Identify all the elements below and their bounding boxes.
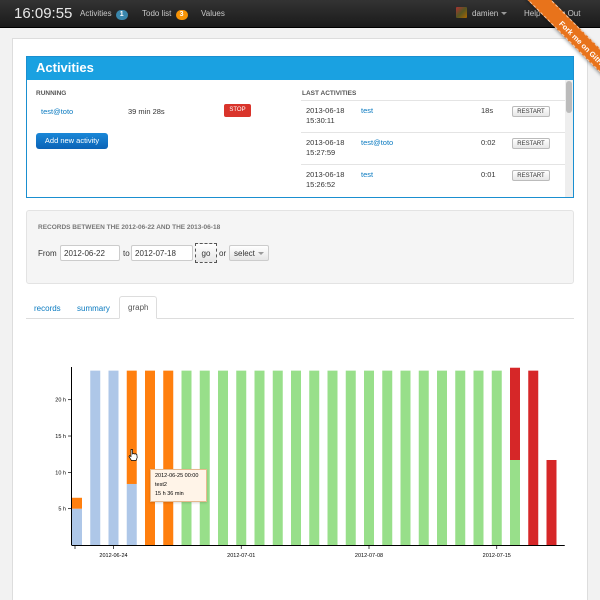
nav-values[interactable]: Values <box>201 9 225 18</box>
bar-segment-green[interactable] <box>254 370 265 545</box>
x-tick-label: 2012-06-24 <box>99 553 127 559</box>
user-avatar <box>456 7 467 18</box>
last-activity-datetime: 2013-06-18 15:30:11 <box>306 106 344 126</box>
view-tabs: records summary graph <box>26 296 574 319</box>
restart-button[interactable]: RESTART <box>512 106 550 117</box>
github-ribbon-container: Fork me on GitHub <box>500 0 600 100</box>
x-tick-label: 2012-07-08 <box>355 553 383 559</box>
bar-segment-blue[interactable] <box>90 370 101 545</box>
bar-segment-green[interactable] <box>327 370 338 545</box>
nav-activities[interactable]: Activities 1 <box>80 9 128 20</box>
to-label: to <box>123 249 130 258</box>
records-filter-panel: RECORDS BETWEEN THE 2012-06-22 AND THE 2… <box>26 210 574 284</box>
activities-count-badge: 1 <box>115 10 128 20</box>
bar-segment-green[interactable] <box>418 370 429 545</box>
nav-activities-label: Activities <box>80 9 112 18</box>
add-activity-button[interactable]: Add new activity <box>36 133 108 149</box>
last-activity-row: 2013-06-18 15:26:52 test 0:01 RESTART <box>301 164 565 197</box>
last-activity-date: 2013-06-18 <box>306 106 345 115</box>
bar-segment-orange[interactable] <box>72 497 82 509</box>
tooltip-duration: 15 h 36 min <box>155 491 184 497</box>
running-duration: 39 min 28s <box>128 107 165 116</box>
bar-segment-green[interactable] <box>291 370 301 545</box>
bar-segment-orange[interactable] <box>145 370 155 545</box>
hand-pointer-icon <box>128 449 138 461</box>
y-tick-label: 10 h <box>55 470 66 476</box>
bar-segment-orange[interactable] <box>163 370 174 545</box>
clock: 16:09:55 <box>14 5 73 22</box>
x-tick-label: 2012-07-01 <box>227 553 255 559</box>
bar-segment-green[interactable] <box>181 370 192 545</box>
bar-segment-green[interactable] <box>364 370 374 545</box>
nav-todo-list[interactable]: Todo list 3 <box>142 9 188 20</box>
fork-me-ribbon[interactable]: Fork me on GitHub <box>525 0 600 100</box>
go-button[interactable]: go <box>195 243 217 263</box>
bar-segment-red[interactable] <box>546 459 557 545</box>
last-activity-row: 2013-06-18 15:30:11 test 18s RESTART <box>301 100 565 132</box>
tooltip-date: 2012-06-25 00:00 <box>155 473 199 479</box>
records-range-title: RECORDS BETWEEN THE 2012-06-22 AND THE 2… <box>38 224 221 231</box>
last-activity-time: 15:27:59 <box>306 148 336 157</box>
last-activity-datetime: 2013-06-18 15:27:59 <box>306 138 344 158</box>
activities-panel: Activities RUNNING test@toto 39 min 28s … <box>26 56 574 198</box>
period-select[interactable]: select <box>229 245 269 261</box>
period-select-label: select <box>234 249 255 258</box>
activities-title: Activities <box>27 57 573 80</box>
bar-segment-blue[interactable] <box>126 483 137 545</box>
last-activity-time: 15:30:11 <box>306 116 335 125</box>
bar-segment-orange[interactable] <box>126 370 137 484</box>
user-name: damien <box>472 9 499 18</box>
tab-graph[interactable]: graph <box>119 296 158 319</box>
bar-segment-green[interactable] <box>473 370 484 545</box>
bar-segment-green[interactable] <box>400 370 411 545</box>
or-label: or <box>219 249 227 258</box>
bar-segment-green[interactable] <box>510 459 520 545</box>
last-activity-date: 2013-06-18 <box>306 138 345 147</box>
stop-button[interactable]: STOP <box>224 104 251 117</box>
bar-segment-green[interactable] <box>272 370 283 545</box>
bar-segment-green[interactable] <box>309 370 320 545</box>
tab-records[interactable]: records <box>34 304 61 313</box>
last-activity-duration: 0:01 <box>481 170 496 179</box>
from-date-input[interactable]: 2012-06-22 <box>60 245 120 261</box>
bar-segment-green[interactable] <box>382 370 393 545</box>
bar-segment-green[interactable] <box>437 370 447 545</box>
nav-todo-label: Todo list <box>142 9 172 18</box>
running-activity-name[interactable]: test@toto <box>41 107 73 116</box>
bar-segment-green[interactable] <box>491 370 502 545</box>
bar-segment-green[interactable] <box>455 370 466 545</box>
bar-segment-green[interactable] <box>345 370 356 545</box>
bar-segment-red[interactable] <box>510 367 520 460</box>
last-activity-date: 2013-06-18 <box>306 170 345 179</box>
from-label: From <box>38 249 57 258</box>
last-activity-duration: 0:02 <box>481 138 496 147</box>
running-title: RUNNING <box>36 90 67 97</box>
y-tick-label: 15 h <box>55 434 66 440</box>
bar-segment-green[interactable] <box>199 370 210 545</box>
bar-tooltip: 2012-06-25 00:00 test2 15 h 36 min <box>150 469 207 502</box>
last-activity-time: 15:26:52 <box>306 180 336 189</box>
x-tick-label: 2012-07-15 <box>483 553 511 559</box>
y-tick-label: 5 h <box>58 507 66 513</box>
chevron-down-icon <box>257 252 264 256</box>
tooltip-activity: test2 <box>155 482 167 488</box>
bar-segment-red[interactable] <box>528 370 539 545</box>
restart-button[interactable]: RESTART <box>512 138 550 149</box>
tab-summary[interactable]: summary <box>77 304 110 313</box>
last-activities-title: LAST ACTIVITIES <box>302 90 357 97</box>
last-activity-name[interactable]: test <box>361 170 373 179</box>
last-activity-name[interactable]: test@toto <box>361 138 393 147</box>
bar-segment-blue[interactable] <box>72 508 82 545</box>
bar-segment-blue[interactable] <box>108 370 119 545</box>
last-activity-duration: 18s <box>481 106 494 115</box>
last-activity-name[interactable]: test <box>361 106 373 115</box>
bar-segment-green[interactable] <box>236 370 247 545</box>
last-activity-row: 2013-06-18 15:27:59 test@toto 0:02 RESTA… <box>301 132 565 164</box>
restart-button[interactable]: RESTART <box>512 170 550 181</box>
todo-count-badge: 3 <box>175 10 188 20</box>
bar-segment-green[interactable] <box>218 370 228 545</box>
y-tick-label: 20 h <box>55 398 66 404</box>
to-date-input[interactable]: 2012-07-18 <box>131 245 193 261</box>
last-activity-datetime: 2013-06-18 15:26:52 <box>306 170 344 190</box>
